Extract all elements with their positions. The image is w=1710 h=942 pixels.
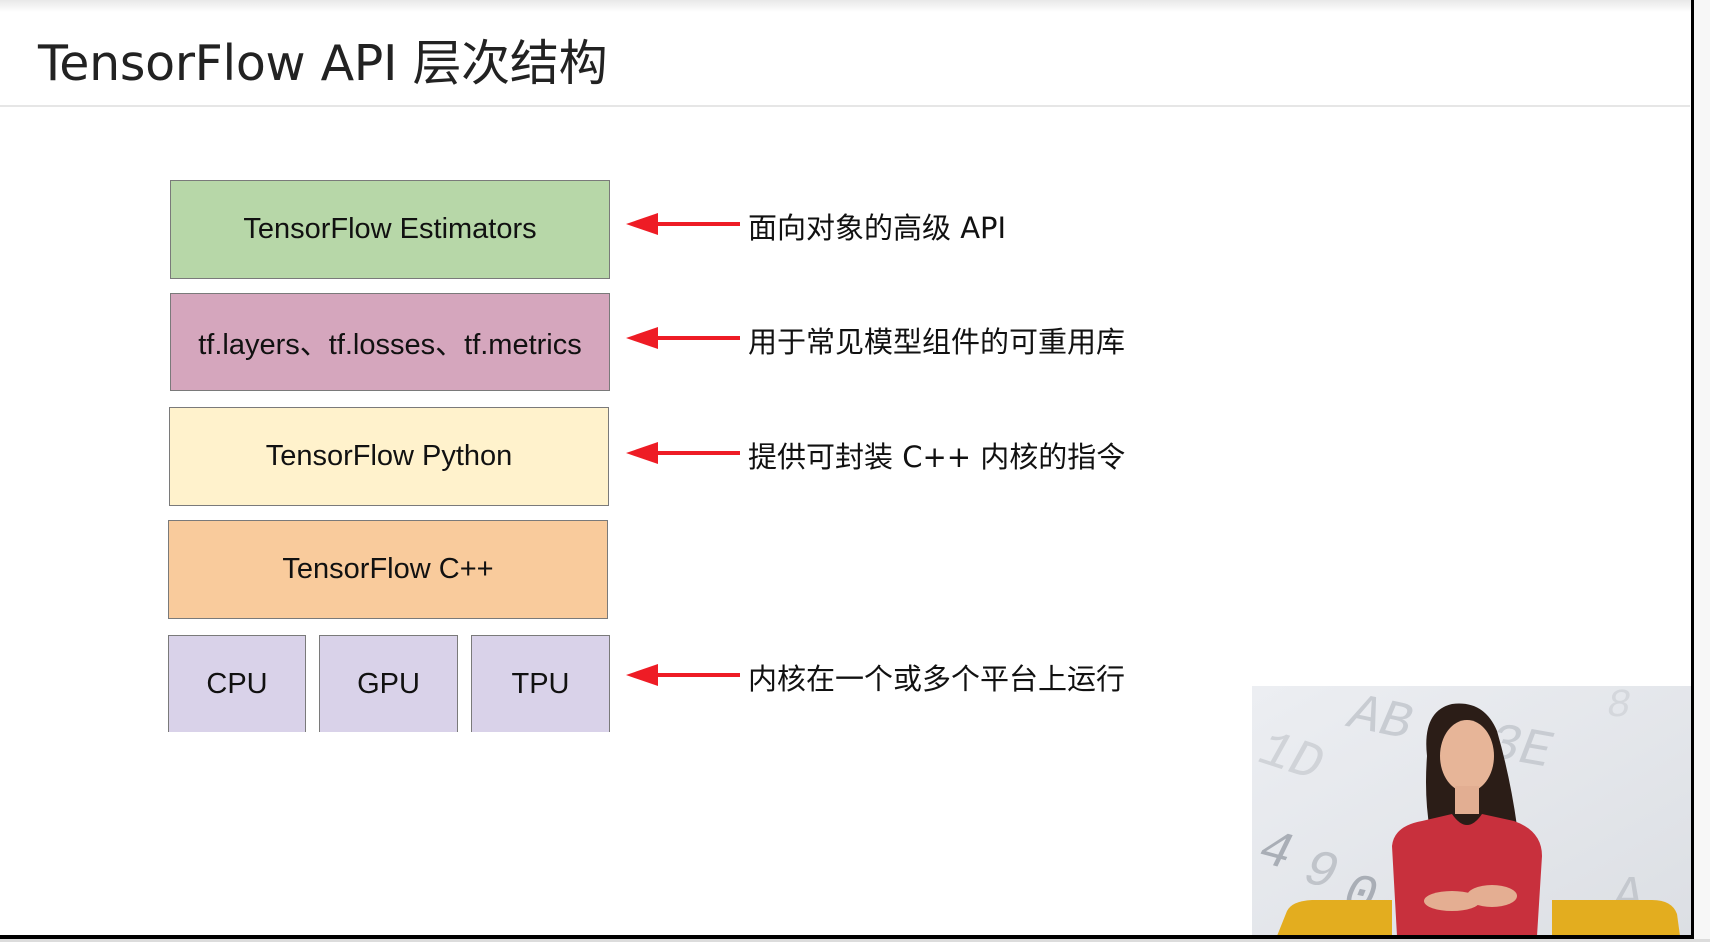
hardware-gpu-label: GPU	[357, 667, 420, 700]
hardware-gpu: GPU	[319, 635, 458, 732]
hardware-tpu: TPU	[471, 635, 610, 732]
top-shadow	[0, 0, 1692, 12]
title-divider	[0, 105, 1690, 107]
arrow-left-icon	[626, 664, 740, 686]
presenter-video[interactable]: AB 1D 3E 8 4 9 0 A	[1252, 686, 1692, 935]
presenter-video-frame: AB 1D 3E 8 4 9 0 A	[1252, 686, 1692, 935]
hardware-tpu-label: TPU	[511, 667, 570, 700]
layer-estimators: TensorFlow Estimators	[170, 180, 610, 279]
note-hardware: 内核在一个或多个平台上运行	[748, 662, 1126, 696]
arrow-left-icon	[626, 213, 740, 235]
window-right-strip	[1694, 0, 1710, 942]
layer-estimators-label: TensorFlow Estimators	[243, 213, 537, 245]
layer-libraries: tf.layers、tf.losses、tf.metrics	[170, 293, 610, 391]
svg-text:8: 8	[1607, 686, 1631, 729]
note-python: 提供可封装 C++ 内核的指令	[748, 440, 1126, 474]
arrow-left-icon	[626, 327, 740, 349]
layer-cpp: TensorFlow C++	[168, 520, 608, 619]
layer-cpp-label: TensorFlow C++	[282, 553, 494, 585]
layer-libraries-label: tf.layers、tf.losses、tf.metrics	[198, 329, 582, 361]
note-estimators: 面向对象的高级 API	[748, 211, 1007, 245]
slide-title: TensorFlow API 层次结构	[38, 35, 608, 92]
hardware-cpu: CPU	[168, 635, 306, 732]
layer-python-label: TensorFlow Python	[265, 440, 513, 472]
arrow-left-icon	[626, 442, 740, 464]
layer-python: TensorFlow Python	[169, 407, 609, 506]
note-libraries: 用于常见模型组件的可重用库	[748, 325, 1126, 359]
hardware-cpu-label: CPU	[206, 667, 268, 700]
